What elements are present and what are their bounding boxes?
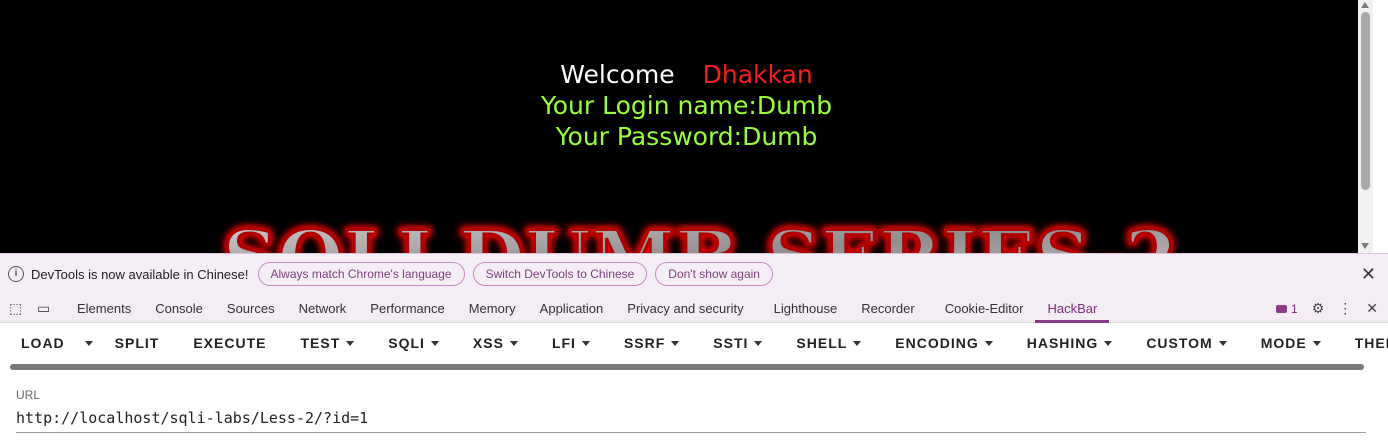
shell-menu-button[interactable]: SHELL	[776, 323, 875, 363]
tab-network[interactable]: Network	[287, 294, 359, 323]
chevron-down-icon	[1312, 340, 1321, 346]
sqli-dumb-series-banner: SQLI DUMB SERIES-2	[221, 213, 1179, 253]
settings-gear-icon[interactable]: ⚙	[1312, 300, 1325, 317]
test-menu-button[interactable]: TEST	[282, 323, 368, 363]
tab-cookie-editor[interactable]: Cookie-Editor	[933, 294, 1036, 323]
theme-menu-button[interactable]: THEME	[1335, 323, 1388, 363]
inspect-element-icon[interactable]: ⬚	[9, 300, 25, 316]
switch-to-chinese-button[interactable]: Switch DevTools to Chinese	[472, 262, 648, 286]
mode-label: MODE	[1260, 335, 1307, 351]
chevron-down-icon	[853, 340, 862, 346]
horizontal-scroll-thumb[interactable]	[10, 364, 1364, 370]
page-vertical-scrollbar[interactable]	[1358, 0, 1373, 253]
banner-text: SQLI DUMB SERIES-2	[222, 214, 1177, 253]
more-options-icon[interactable]: ⋮	[1338, 300, 1352, 317]
devtools-infobar: i DevTools is now available in Chinese! …	[0, 253, 1388, 294]
issues-badge[interactable]: 1	[1276, 302, 1298, 316]
welcome-text: Welcome	[560, 60, 675, 89]
close-devtools-icon[interactable]: ✕	[1366, 300, 1378, 317]
url-input[interactable]: http://localhost/sqli-labs/Less-2/?id=1	[16, 409, 368, 427]
chevron-down-icon	[430, 340, 439, 346]
infobar-close-icon[interactable]: ✕	[1361, 264, 1376, 285]
encoding-label: ENCODING	[895, 335, 979, 351]
ssti-label: SSTI	[713, 335, 749, 351]
encoding-menu-button[interactable]: ENCODING	[875, 323, 1006, 363]
lfi-menu-button[interactable]: LFI	[532, 323, 604, 363]
tab-sources[interactable]: Sources	[215, 294, 287, 323]
lfi-label: LFI	[551, 335, 576, 351]
chevron-down-icon	[346, 340, 355, 346]
chevron-down-icon	[671, 340, 680, 346]
ssrf-label: SSRF	[623, 335, 666, 351]
welcome-line: Welcome Dhakkan	[0, 60, 1373, 89]
sqli-label: SQLI	[388, 335, 425, 351]
info-icon: i	[8, 266, 24, 282]
split-button[interactable]: SPLIT	[99, 323, 176, 363]
tab-application[interactable]: Application	[528, 294, 616, 323]
chevron-down-icon	[984, 340, 993, 346]
chevron-down-icon	[754, 340, 763, 346]
url-field-area: URL http://localhost/sqli-labs/Less-2/?i…	[0, 372, 1388, 445]
theme-label: THEME	[1354, 335, 1388, 351]
execute-button[interactable]: EXECUTE	[175, 323, 282, 363]
scroll-down-arrow-icon[interactable]	[1361, 243, 1369, 249]
chevron-down-icon	[581, 340, 590, 346]
hashing-label: HASHING	[1026, 335, 1099, 351]
load-dropdown-button[interactable]	[79, 323, 99, 363]
tab-console[interactable]: Console	[143, 294, 215, 323]
test-label: TEST	[300, 335, 341, 351]
chevron-down-icon	[509, 340, 518, 346]
devtools-right-tools: 1 ⚙ ⋮ ✕	[1276, 294, 1378, 323]
dont-show-again-button[interactable]: Don't show again	[655, 262, 773, 286]
hashing-menu-button[interactable]: HASHING	[1007, 323, 1127, 363]
ssrf-menu-button[interactable]: SSRF	[604, 323, 693, 363]
device-toolbar-icon[interactable]: ▭	[37, 300, 53, 316]
tab-lighthouse[interactable]: Lighthouse	[762, 294, 850, 323]
tab-hackbar[interactable]: HackBar	[1035, 294, 1110, 323]
user-name: Dhakkan	[702, 60, 813, 89]
mode-menu-button[interactable]: MODE	[1241, 323, 1335, 363]
scroll-up-arrow-icon[interactable]	[1361, 2, 1369, 8]
tab-elements[interactable]: Elements	[65, 294, 143, 323]
custom-menu-button[interactable]: CUSTOM	[1126, 323, 1240, 363]
tab-recorder[interactable]: Recorder	[849, 294, 926, 323]
scroll-thumb[interactable]	[1361, 12, 1370, 190]
issues-icon	[1276, 304, 1288, 313]
password-text: Your Password:Dumb	[555, 122, 818, 151]
xss-label: XSS	[472, 335, 504, 351]
devtools-tab-bar: ⬚ ▭ Elements Console Sources Network Per…	[0, 294, 1388, 323]
tab-privacy-and-security[interactable]: Privacy and security	[615, 294, 755, 323]
xss-menu-button[interactable]: XSS	[453, 323, 532, 363]
tab-performance[interactable]: Performance	[358, 294, 456, 323]
issues-count: 1	[1291, 301, 1298, 316]
sqli-menu-button[interactable]: SQLI	[368, 323, 453, 363]
shell-label: SHELL	[796, 335, 848, 351]
chevron-down-icon	[1104, 340, 1113, 346]
chevron-down-icon	[84, 340, 93, 346]
always-match-language-button[interactable]: Always match Chrome's language	[257, 262, 465, 286]
toolbar-horizontal-scrollbar[interactable]	[0, 363, 1388, 372]
custom-label: CUSTOM	[1146, 335, 1213, 351]
url-label: URL	[16, 388, 41, 402]
infobar-message: DevTools is now available in Chinese!	[31, 266, 249, 282]
ssti-menu-button[interactable]: SSTI	[693, 323, 776, 363]
load-button[interactable]: LOAD	[0, 323, 79, 363]
chevron-down-icon	[1218, 340, 1227, 346]
page-viewport: Welcome Dhakkan Your Login name:Dumb Your…	[0, 0, 1373, 253]
tab-memory[interactable]: Memory	[457, 294, 528, 323]
hackbar-toolbar: LOAD SPLIT EXECUTE TEST SQLI XSS LFI SSR…	[0, 323, 1388, 363]
url-input-underline	[16, 432, 1366, 433]
login-name-text: Your Login name:Dumb	[540, 91, 833, 120]
